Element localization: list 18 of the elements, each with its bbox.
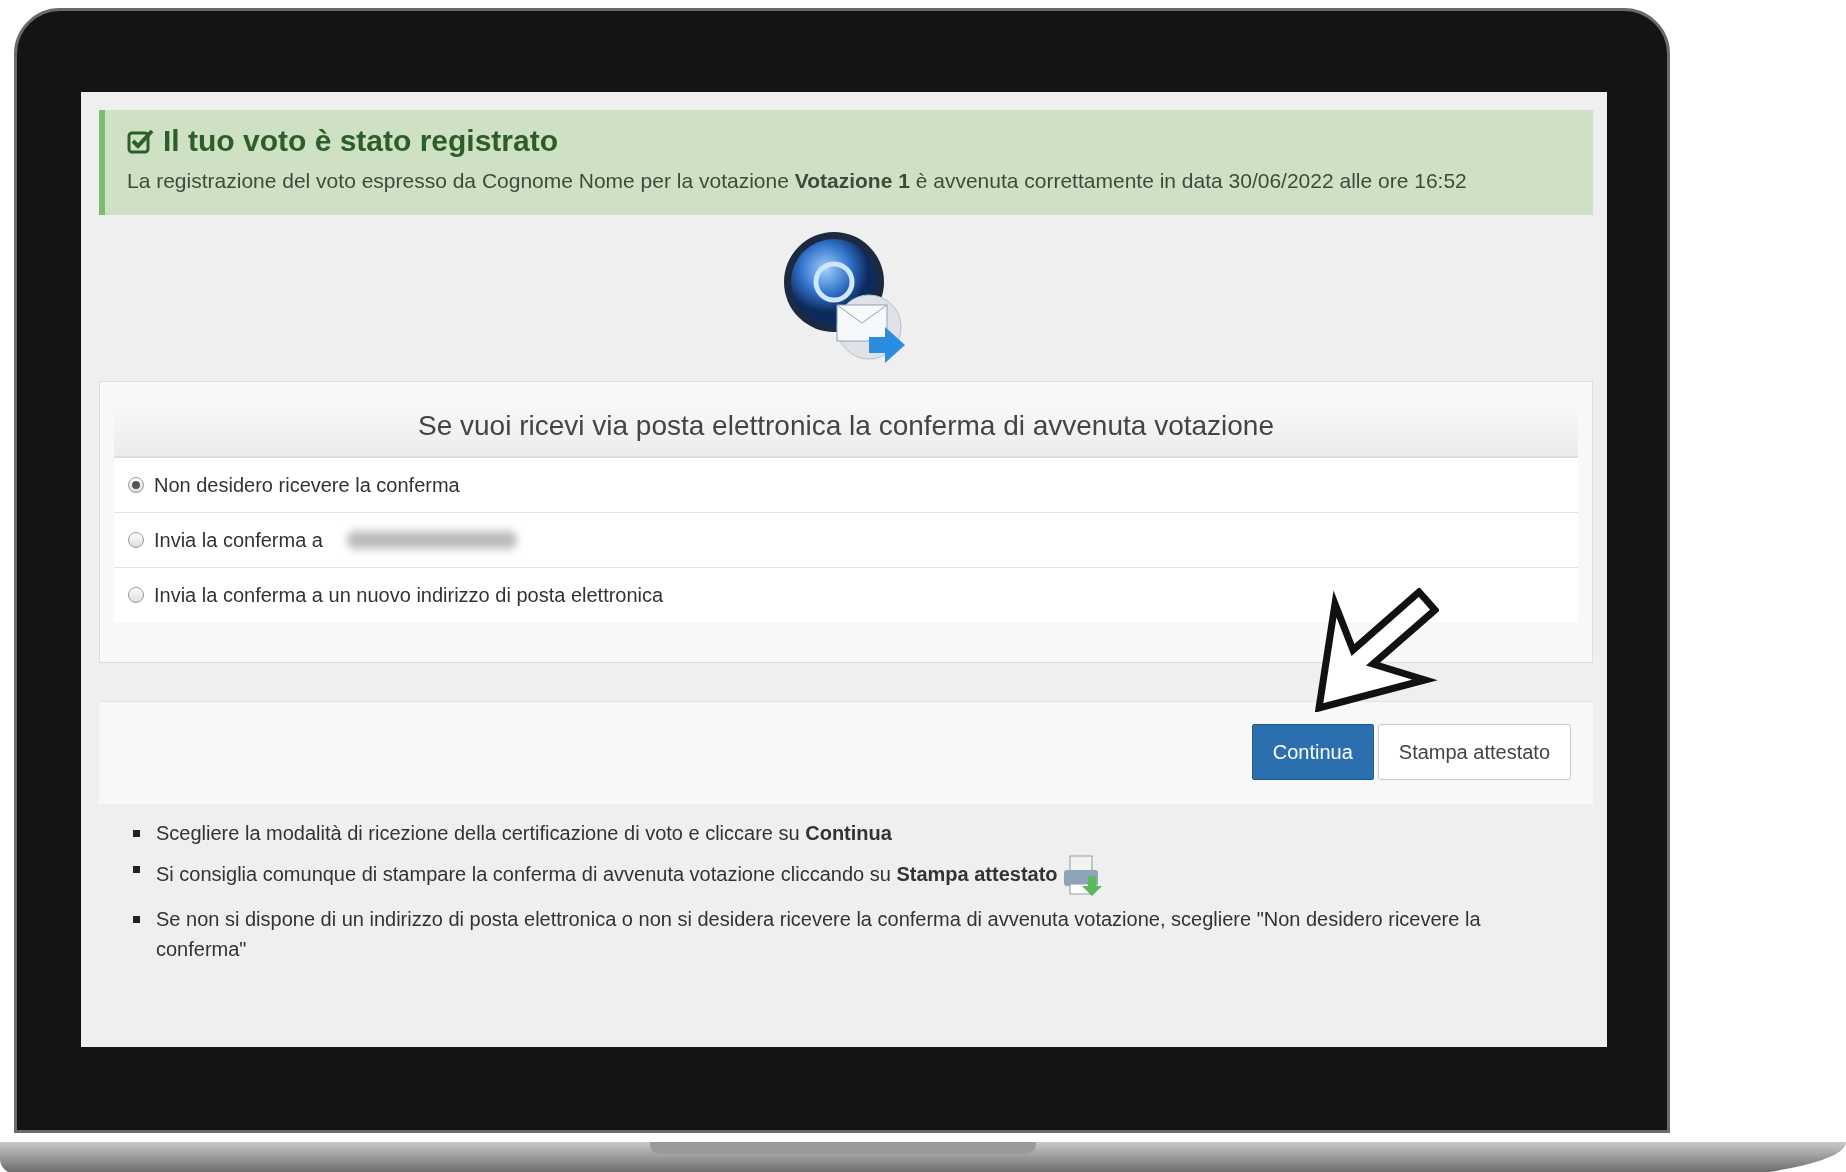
print-button[interactable]: Stampa attestato xyxy=(1377,724,1571,780)
checkbox-icon xyxy=(127,128,155,154)
instruction-text: Se non si dispone di un indirizzo di posta elettronica o non si desidera ricevere la conferma di avvenuta votazione, scegliere "Non desidero ricevere la conferma" xyxy=(156,908,1481,960)
alert-message: La registrazione del voto espresso da Cognome Nome per la votazione Votazione 1 è avvenuta correttamente in data 30/06/2022 alle ore 16:52 xyxy=(127,168,1468,194)
alert-title: Il tuo voto è stato registrato xyxy=(163,124,559,158)
option-label: Invia la conferma a un nuovo indirizzo di posta elettronica xyxy=(154,583,664,607)
option-label: Invia la conferma a xyxy=(154,528,323,552)
instruction-text: Si consiglia comunque di stampare la conferma di avvenuta votazione cliccando su Stampa attestato xyxy=(156,863,1058,886)
instruction-text: Scegliere la modalità di ricezione della certificazione di voto e cliccare su Continua xyxy=(156,822,892,844)
bullet-icon xyxy=(133,866,140,873)
radio-button[interactable] xyxy=(128,587,144,603)
continue-button[interactable]: Continua xyxy=(1251,724,1374,780)
option-label: Non desidero ricevere la conferma xyxy=(154,473,460,497)
printer-icon xyxy=(1061,854,1102,898)
radio-button[interactable] xyxy=(128,477,144,493)
radio-button[interactable] xyxy=(128,532,144,548)
bullet-icon xyxy=(133,830,140,837)
bullet-icon xyxy=(133,916,140,923)
